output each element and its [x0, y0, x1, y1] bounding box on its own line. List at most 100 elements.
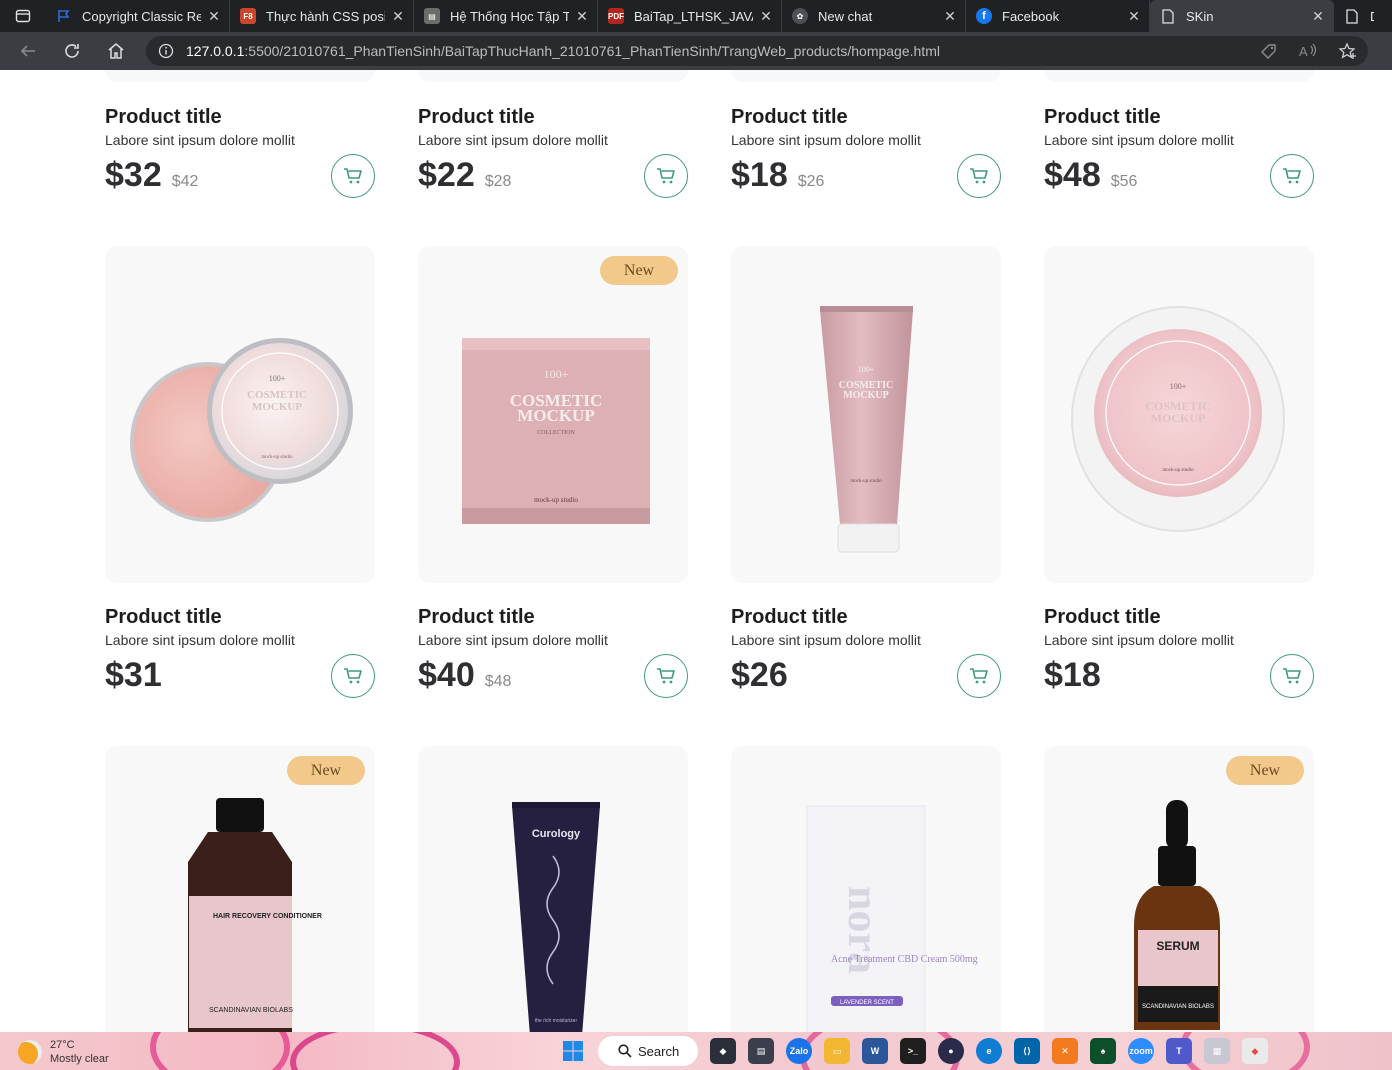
- jar-text-mockup: MOCKUP: [1151, 411, 1206, 425]
- cart-icon: [970, 168, 988, 184]
- school-icon: ▤: [424, 8, 440, 24]
- product-image-area[interactable]: [1044, 70, 1314, 82]
- zalo-icon[interactable]: Zalo: [786, 1038, 812, 1064]
- tab-partial[interactable]: Do: [1334, 0, 1382, 32]
- tab-actions-button[interactable]: [0, 0, 46, 32]
- product-price: $31: [105, 656, 162, 695]
- product-image-area[interactable]: SERUM SCANDINAVIAN BIOLABS New: [1044, 746, 1314, 1032]
- lid-text-100: 100+: [269, 374, 286, 383]
- product-title: Product title: [418, 606, 535, 628]
- weather-widget[interactable]: 27°C Mostly clear: [18, 1038, 109, 1066]
- tab-new-chat[interactable]: ✿ New chat ✕: [782, 0, 966, 32]
- add-to-cart-button[interactable]: [957, 654, 1001, 698]
- reload-button[interactable]: [50, 32, 94, 70]
- tab-facebook[interactable]: f Facebook ✕: [966, 0, 1150, 32]
- gitkraken-icon[interactable]: ◆: [1242, 1038, 1268, 1064]
- product-image-area[interactable]: [105, 70, 375, 82]
- white-jar-image: 100+ COSMETIC MOCKUP mock-up studio: [1071, 306, 1285, 532]
- favorite-add-icon[interactable]: [1338, 42, 1358, 60]
- product-image-area[interactable]: [731, 70, 1001, 82]
- add-to-cart-button[interactable]: [957, 154, 1001, 198]
- curology-brand-text: Curology: [532, 828, 581, 840]
- tab-pdf[interactable]: PDF BaiTap_LTHSK_JAVA.pdf ✕: [598, 0, 782, 32]
- site-info-icon[interactable]: [158, 43, 174, 59]
- product-description: Labore sint ipsum dolore mollit: [1044, 132, 1234, 148]
- product-description: Labore sint ipsum dolore mollit: [418, 632, 608, 648]
- lid-text-cosmetic: COSMETIC: [247, 389, 307, 401]
- product-page: Product title Labore sint ipsum dolore m…: [0, 70, 1392, 1032]
- add-to-cart-button[interactable]: [1270, 154, 1314, 198]
- xampp-icon[interactable]: ✕: [1052, 1038, 1078, 1064]
- tab-label: BaiTap_LTHSK_JAVA.pdf: [634, 8, 753, 24]
- page-icon: [1160, 8, 1176, 24]
- add-to-cart-button[interactable]: [644, 154, 688, 198]
- box-text-mockup: MOCKUP: [517, 406, 594, 425]
- network-app-icon[interactable]: ▦: [1204, 1038, 1230, 1064]
- serum-dropper-image: SERUM SCANDINAVIAN BIOLABS: [1134, 800, 1220, 1030]
- close-icon[interactable]: ✕: [1311, 8, 1325, 25]
- taskbar-search[interactable]: Search: [598, 1036, 698, 1066]
- vscode-icon[interactable]: ⟨⟩: [1014, 1038, 1040, 1064]
- product-title: Product title: [105, 106, 222, 128]
- windows-start-icon[interactable]: [560, 1038, 586, 1064]
- virtual-desktop-icon[interactable]: ◆: [710, 1038, 736, 1064]
- file-explorer-icon[interactable]: ▭: [824, 1038, 850, 1064]
- product-image-area[interactable]: 100+ COSMETIC MOCKUP mock-up studio: [1044, 246, 1314, 583]
- add-to-cart-button[interactable]: [331, 654, 375, 698]
- product-image-area[interactable]: 100+ COSMETIC MOCKUP COLLECTION mock-up …: [418, 246, 688, 583]
- product-price: $40 $48: [418, 656, 511, 695]
- read-aloud-icon[interactable]: A: [1298, 42, 1318, 60]
- tube-text-mockup: MOCKUP: [843, 390, 889, 401]
- tab-skin[interactable]: SKin ✕: [1150, 0, 1334, 32]
- add-to-cart-button[interactable]: [1270, 654, 1314, 698]
- product-image-area[interactable]: Curology the rich moisturizer: [418, 746, 688, 1032]
- cart-icon: [1283, 668, 1301, 684]
- close-icon[interactable]: ✕: [943, 8, 957, 25]
- home-button[interactable]: [94, 32, 138, 70]
- address-toolbar: 127.0.0.1:5500/21010761_PhanTienSinh/Bai…: [0, 32, 1392, 70]
- search-icon: [618, 1044, 632, 1058]
- product-title: Product title: [731, 606, 848, 628]
- tab-label: Copyright Classic Regular: [82, 8, 201, 24]
- windows-taskbar: 27°C Mostly clear Search ◆ ▤ Zalo ▭ W >_ …: [0, 1032, 1392, 1070]
- product-image-area[interactable]: HAIR RECOVERY CONDITIONER SCANDINAVIAN B…: [105, 746, 375, 1032]
- eclipse-icon[interactable]: ●: [938, 1038, 964, 1064]
- product-title: Product title: [1044, 106, 1161, 128]
- product-description: Labore sint ipsum dolore mollit: [105, 632, 295, 648]
- temperature: 27°C: [50, 1039, 75, 1051]
- word-icon[interactable]: W: [862, 1038, 888, 1064]
- current-price: $18: [1044, 656, 1101, 694]
- product-image-area[interactable]: 100+ COSMETIC MOCKUP mock-up studio: [105, 246, 375, 583]
- notepad-icon[interactable]: ▤: [748, 1038, 774, 1064]
- close-icon[interactable]: ✕: [391, 8, 405, 25]
- cart-icon: [970, 668, 988, 684]
- facebook-icon: f: [976, 8, 992, 24]
- url-field[interactable]: 127.0.0.1:5500/21010761_PhanTienSinh/Bai…: [146, 36, 1368, 66]
- back-button[interactable]: [6, 32, 50, 70]
- nora-box-image: nora Acne Treatment CBD Cream 500mg LAVE…: [806, 805, 978, 1032]
- product-image-area[interactable]: nora Acne Treatment CBD Cream 500mg LAVE…: [731, 746, 1001, 1032]
- close-icon[interactable]: ✕: [1127, 8, 1141, 25]
- add-to-cart-button[interactable]: [644, 654, 688, 698]
- close-icon[interactable]: ✕: [575, 8, 589, 25]
- product-image-area[interactable]: 100+ COSMETIC MOCKUP mock-up studio: [731, 246, 1001, 583]
- tab-learning-system[interactable]: ▤ Hệ Thống Học Tập Trực Tuyến ✕: [414, 0, 598, 32]
- zoom-icon[interactable]: zoom: [1128, 1038, 1154, 1064]
- product-image-area[interactable]: [418, 70, 688, 82]
- tag-icon[interactable]: [1260, 42, 1278, 60]
- url-host: 127.0.0.1: [186, 43, 245, 59]
- new-badge: New: [1226, 756, 1304, 785]
- terminal-icon[interactable]: >_: [900, 1038, 926, 1064]
- add-to-cart-button[interactable]: [331, 154, 375, 198]
- close-icon[interactable]: ✕: [207, 8, 221, 25]
- weather-condition: Mostly clear: [50, 1053, 109, 1065]
- teams-icon[interactable]: T: [1166, 1038, 1192, 1064]
- curology-tube-image: Curology the rich moisturizer: [512, 802, 600, 1032]
- edge-icon[interactable]: e: [976, 1038, 1002, 1064]
- product-price: $48 $56: [1044, 156, 1137, 195]
- tab-css-position[interactable]: F8 Thực hành CSS position ✕: [230, 0, 414, 32]
- close-icon[interactable]: ✕: [759, 8, 773, 25]
- chatgpt-icon: ✿: [792, 8, 808, 24]
- mongodb-icon[interactable]: ♠: [1090, 1038, 1116, 1064]
- tab-copyright[interactable]: Copyright Classic Regular ✕: [46, 0, 230, 32]
